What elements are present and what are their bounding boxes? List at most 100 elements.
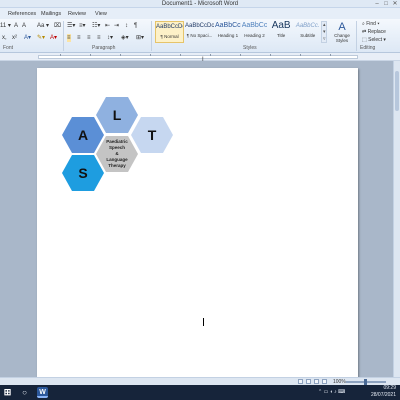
styles-group-label: Styles — [243, 45, 257, 51]
multilevel-list-icon[interactable]: ☷▾ — [92, 22, 100, 30]
status-bar: 100% — [0, 377, 400, 385]
group-separator — [356, 21, 357, 51]
grow-font-icon[interactable]: A — [14, 22, 18, 30]
clock[interactable]: 09:29 28/07/2021 — [366, 385, 396, 399]
title-bar: Document1 - Microsoft Word – □ ✕ — [0, 0, 400, 8]
style-sample: AaBbCcDc — [156, 24, 183, 30]
mouse-ibeam-icon: I — [202, 57, 204, 63]
horizontal-ruler[interactable] — [0, 53, 400, 61]
text-effects-icon[interactable]: A▾ — [24, 34, 31, 42]
close-button[interactable]: ✕ — [390, 0, 400, 8]
ruler-tick — [270, 54, 271, 56]
clock-time: 09:29 — [383, 385, 396, 391]
decrease-indent-icon[interactable]: ⇤ — [105, 22, 110, 30]
tab-review[interactable]: Review — [68, 10, 86, 18]
style-name: Subtitle — [300, 33, 316, 38]
windows-start-icon[interactable]: ⊞ — [2, 387, 13, 398]
ruler-track — [38, 55, 358, 59]
style-sample: AaBbCc — [215, 22, 241, 29]
tab-mailings[interactable]: Mailings — [41, 10, 61, 18]
search-icon: ⌕ — [362, 21, 365, 27]
ruler-tick — [90, 54, 91, 56]
change-styles-button[interactable]: A Change Styles — [331, 21, 353, 51]
numbering-icon[interactable]: ≡▾ — [79, 22, 86, 30]
tab-view[interactable]: View — [95, 10, 107, 18]
search-icon[interactable]: ○ — [19, 387, 30, 398]
taskbar: ⊞ ○ W ⌃ ▭ ◖ ♪ ⌨ 09:29 28/07/2021 — [0, 385, 400, 400]
increase-indent-icon[interactable]: ⇥ — [114, 22, 119, 30]
style-subtitle[interactable]: AaBbCc. Subtitle — [295, 21, 321, 43]
find-button[interactable]: ⌕ Find ▾ — [362, 21, 379, 28]
style-name: ¶ Normal — [160, 34, 179, 39]
window-title: Document1 - Microsoft Word — [161, 1, 239, 7]
gallery-scroll-button[interactable]: ▴ ▾ ▿ — [321, 21, 327, 43]
style-name: Heading 1 — [217, 33, 239, 38]
font-size-field[interactable]: 11 ▾ — [0, 22, 11, 30]
change-styles-label: Change Styles — [334, 33, 350, 43]
replace-label: Replace — [367, 29, 386, 35]
style-heading-2[interactable]: AaBbCc Heading 2 — [242, 21, 268, 43]
center-text-line: Therapy — [108, 163, 126, 168]
shrink-font-icon[interactable]: A — [22, 22, 26, 30]
font-group-label: Font — [3, 45, 14, 51]
borders-icon[interactable]: ⊞▾ — [136, 34, 144, 42]
vertical-scrollbar[interactable] — [393, 61, 400, 377]
style-name: Heading 2 — [244, 33, 265, 38]
scrollbar-thumb[interactable] — [395, 71, 399, 111]
align-right-icon[interactable]: ≡ — [87, 34, 91, 42]
select-icon: ⬚ — [362, 37, 367, 43]
style-name: ¶ No Spaci... — [186, 33, 213, 38]
line-spacing-icon[interactable]: ↕▾ — [107, 34, 113, 42]
style-name: Title — [276, 33, 286, 38]
clock-date: 28/07/2021 — [370, 392, 396, 398]
group-separator — [151, 21, 152, 51]
ruler-tick — [240, 54, 241, 56]
document-page[interactable] — [37, 68, 358, 377]
style-normal[interactable]: AaBbCcDc ¶ Normal — [155, 21, 184, 43]
ruler-tick — [150, 54, 151, 56]
replace-icon: ⇄ — [362, 29, 367, 35]
find-label: Find — [366, 21, 376, 27]
full-screen-view-button[interactable] — [306, 379, 311, 384]
style-sample: AaB — [271, 21, 291, 31]
ruler-tick — [60, 54, 61, 56]
hexagon-s[interactable]: S — [62, 155, 104, 191]
hexagon-letter: S — [78, 165, 88, 181]
subscript-icon[interactable]: x, — [2, 34, 7, 42]
select-button[interactable]: ⬚ Select ▾ — [362, 37, 386, 44]
align-center-icon[interactable]: ≡ — [77, 34, 81, 42]
web-layout-view-button[interactable] — [314, 379, 319, 384]
ruler-tick — [330, 54, 331, 56]
superscript-icon[interactable]: x² — [12, 34, 17, 42]
shading-icon[interactable]: ◈▾ — [121, 34, 129, 42]
clear-format-icon[interactable]: ⌧ — [54, 22, 61, 30]
paragraph-group-label: Paragraph — [92, 45, 116, 51]
style-no-spacing[interactable]: AaBbCcDc ¶ No Spaci... — [185, 21, 214, 43]
highlight-icon[interactable]: ✎▾ — [37, 34, 45, 42]
draft-view-button[interactable] — [322, 379, 327, 384]
bullets-icon[interactable]: ☰▾ — [67, 22, 75, 30]
select-label: Select — [368, 37, 383, 43]
print-layout-view-button[interactable] — [298, 379, 303, 384]
show-formatting-icon[interactable]: ¶ — [134, 22, 137, 30]
change-case-icon[interactable]: Aa ▾ — [37, 22, 49, 30]
style-title[interactable]: AaB Title — [268, 21, 294, 43]
align-left-icon[interactable]: ≡ — [67, 34, 71, 42]
ruler-tick — [300, 54, 301, 56]
justify-icon[interactable]: ≡ — [97, 34, 101, 42]
style-sample: AaBbCcDc — [185, 23, 214, 29]
font-color-icon[interactable]: A▾ — [50, 34, 57, 42]
style-sample: AaBbCc — [241, 22, 268, 29]
style-heading-1[interactable]: AaBbCc Heading 1 — [215, 21, 241, 43]
replace-button[interactable]: ⇄ Replace — [362, 29, 386, 36]
change-styles-icon: A — [338, 21, 346, 33]
tray-icons[interactable]: ⌃ ▭ ◖ ♪ ⌨ — [318, 389, 345, 396]
sort-icon[interactable]: ↕ — [125, 22, 128, 30]
text-cursor — [203, 318, 204, 326]
editing-group-label: Editing — [360, 45, 376, 51]
ribbon-tabs: References Mailings Review View — [0, 8, 400, 19]
ruler-tick — [180, 54, 181, 56]
tab-references[interactable]: References — [8, 10, 36, 18]
word-icon[interactable]: W — [37, 387, 48, 398]
ruler-tick — [120, 54, 121, 56]
